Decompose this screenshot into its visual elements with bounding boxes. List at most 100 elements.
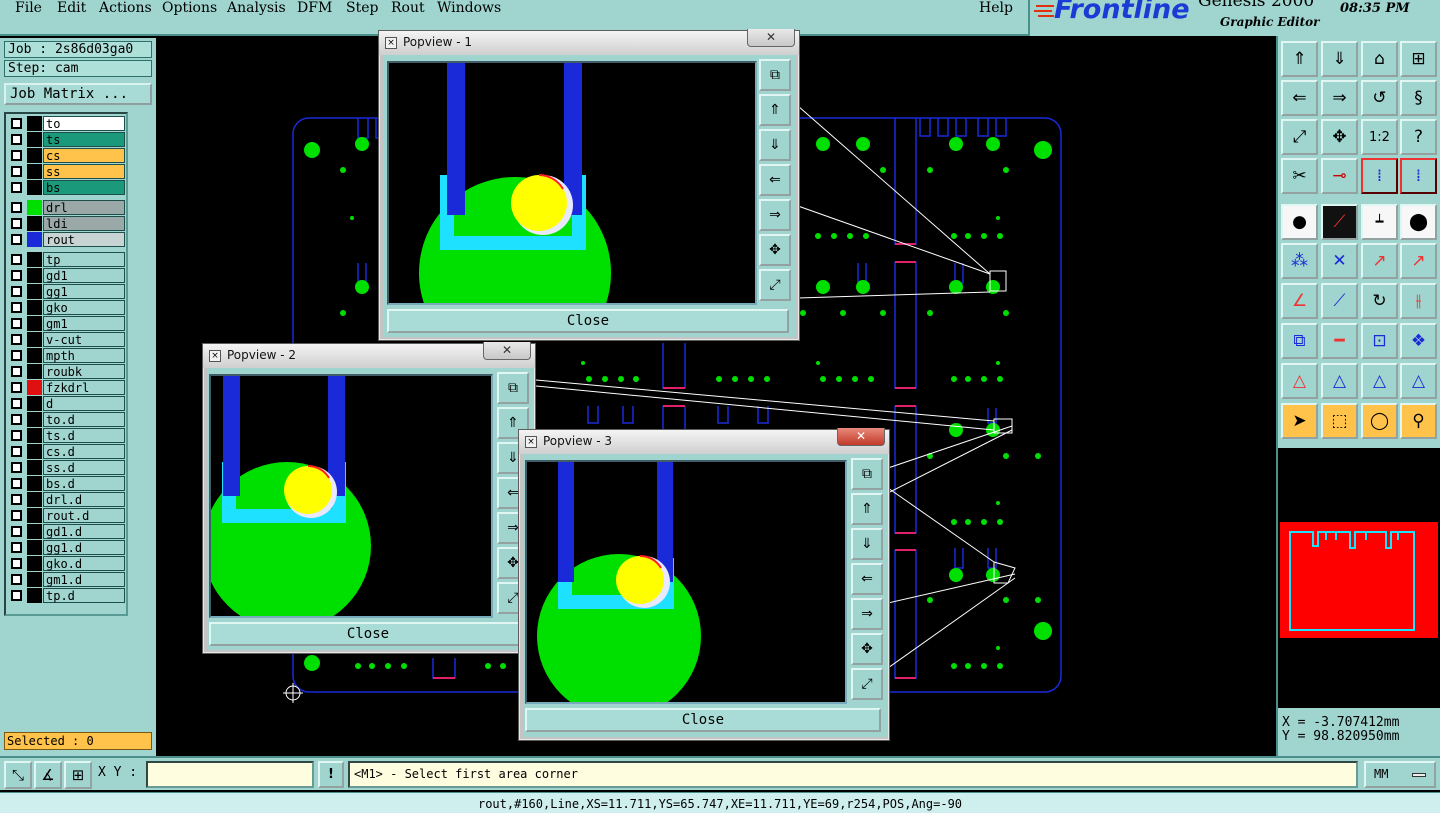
layer-color-swatch[interactable]: [27, 476, 42, 491]
layer-checkbox[interactable]: [11, 462, 22, 473]
layer-name[interactable]: ss: [43, 164, 125, 179]
group-button[interactable]: ❖: [1400, 323, 1437, 359]
layer-row-ss-d[interactable]: ss.d: [8, 460, 126, 475]
layer-row-ts[interactable]: ts: [8, 132, 126, 147]
add-pad-button[interactable]: ●: [1281, 204, 1318, 240]
help-query-button[interactable]: ?: [1400, 119, 1437, 155]
layer-name[interactable]: bs.d: [43, 476, 125, 491]
layer-row-fzkdrl[interactable]: fzkdrl: [8, 380, 126, 395]
layer-color-swatch[interactable]: [27, 540, 42, 555]
layer-row-drl[interactable]: drl: [8, 200, 126, 215]
menu-help[interactable]: Help: [979, 0, 1013, 16]
pan-right-button[interactable]: ⇒: [1321, 80, 1358, 116]
layer-name[interactable]: to: [43, 116, 125, 131]
dual-triangle-button[interactable]: △: [1400, 363, 1437, 399]
layer-name[interactable]: cs.d: [43, 444, 125, 459]
layer-checkbox[interactable]: [11, 302, 22, 313]
layer-name[interactable]: ss.d: [43, 460, 125, 475]
layer-color-swatch[interactable]: [27, 508, 42, 523]
zoom-window-icon[interactable]: ⧉: [759, 59, 791, 91]
undo-view-button[interactable]: ↺: [1361, 80, 1398, 116]
layer-row-roubk[interactable]: roubk: [8, 364, 126, 379]
menu-dfm[interactable]: DFM: [297, 0, 332, 16]
layer-row-drl-d[interactable]: drl.d: [8, 492, 126, 507]
connect-nodes-button[interactable]: ⁂: [1281, 243, 1318, 279]
layer-color-swatch[interactable]: [27, 492, 42, 507]
layer-name[interactable]: gd1: [43, 268, 125, 283]
layer-row-bs[interactable]: bs: [8, 180, 126, 195]
layer-checkbox[interactable]: [11, 270, 22, 281]
layer-color-swatch[interactable]: [27, 380, 42, 395]
redraw-button[interactable]: §: [1400, 80, 1437, 116]
popview-3-titlebar[interactable]: × Popview - 3: [519, 430, 889, 454]
layer-name[interactable]: gd1.d: [43, 524, 125, 539]
layer-checkbox[interactable]: [11, 334, 22, 345]
layer-row-tp[interactable]: tp: [8, 252, 126, 267]
layer-name[interactable]: roubk: [43, 364, 125, 379]
layer-name[interactable]: bs: [43, 180, 125, 195]
layer-color-swatch[interactable]: [27, 572, 42, 587]
select-box-button[interactable]: ⬚: [1321, 403, 1358, 439]
layer-row-gg1-d[interactable]: gg1.d: [8, 540, 126, 555]
probe-button[interactable]: ⊸: [1321, 158, 1358, 194]
select-net-button[interactable]: ⚲: [1400, 403, 1437, 439]
pan-left-button[interactable]: ⇐: [1281, 80, 1318, 116]
layer-row-gd1[interactable]: gd1: [8, 268, 126, 283]
layer-row-to[interactable]: to: [8, 116, 126, 131]
layer-row-rout-d[interactable]: rout.d: [8, 508, 126, 523]
layer-name[interactable]: gko: [43, 300, 125, 315]
stretch-node-button[interactable]: ↗: [1400, 243, 1437, 279]
layer-checkbox[interactable]: [11, 286, 22, 297]
zoom-in-icon[interactable]: ✥: [851, 633, 883, 665]
popview-3-close-icon[interactable]: ✕: [837, 428, 885, 446]
layer-color-swatch[interactable]: [27, 524, 42, 539]
overview-map[interactable]: [1278, 448, 1440, 708]
layer-name[interactable]: rout: [43, 232, 125, 247]
pan-left-icon[interactable]: ⇐: [851, 563, 883, 595]
layer-row-cs[interactable]: cs: [8, 148, 126, 163]
move-node-button[interactable]: ↗: [1361, 243, 1398, 279]
fill-triangle-button[interactable]: △: [1281, 363, 1318, 399]
layer-name[interactable]: rout.d: [43, 508, 125, 523]
layer-checkbox[interactable]: [11, 234, 22, 245]
menu-edit[interactable]: Edit: [57, 0, 86, 16]
layer-name[interactable]: gm1.d: [43, 572, 125, 587]
layer-name[interactable]: fzkdrl: [43, 380, 125, 395]
layer-checkbox[interactable]: [11, 398, 22, 409]
popview-1-view[interactable]: [387, 61, 757, 305]
layer-color-swatch[interactable]: [27, 460, 42, 475]
cut-line-button[interactable]: ━: [1321, 323, 1358, 359]
layer-row-gko-d[interactable]: gko.d: [8, 556, 126, 571]
layer-row-d[interactable]: d: [8, 396, 126, 411]
layer-color-swatch[interactable]: [27, 588, 42, 603]
layer-color-swatch[interactable]: [27, 232, 42, 247]
layer-color-swatch[interactable]: [27, 116, 42, 131]
popview-1-titlebar[interactable]: × Popview - 1: [379, 31, 799, 55]
menu-actions[interactable]: Actions: [99, 0, 152, 16]
layer-row-tp-d[interactable]: tp.d: [8, 588, 126, 603]
measure-tool-button[interactable]: ✂: [1281, 158, 1318, 194]
popview-2-close-icon[interactable]: ✕: [483, 342, 531, 360]
layer-checkbox[interactable]: [11, 590, 22, 601]
snap-corner-icon[interactable]: ⤡: [4, 761, 32, 789]
layer-row-ldi[interactable]: ldi: [8, 216, 126, 231]
layer-name[interactable]: gg1.d: [43, 540, 125, 555]
angle-line-button[interactable]: ∠: [1281, 283, 1318, 319]
xy-input[interactable]: [146, 761, 314, 788]
layer-name[interactable]: gm1: [43, 316, 125, 331]
layer-name[interactable]: tp.d: [43, 588, 125, 603]
layer-name[interactable]: drl.d: [43, 492, 125, 507]
layer-row-v-cut[interactable]: v-cut: [8, 332, 126, 347]
home-button[interactable]: ⌂: [1361, 41, 1398, 77]
popview-2-window[interactable]: × Popview - 2 ✕ ⧉ ⇑ ⇓ ⇐ ⇒ ✥ ⤢ Close: [202, 342, 536, 654]
layer-name[interactable]: ldi: [43, 216, 125, 231]
layer-name[interactable]: to.d: [43, 412, 125, 427]
pan-down-icon[interactable]: ⇓: [759, 129, 791, 161]
layer-row-gm1[interactable]: gm1: [8, 316, 126, 331]
layer-color-swatch[interactable]: [27, 396, 42, 411]
layer-checkbox[interactable]: [11, 166, 22, 177]
snap-angle-icon[interactable]: ∡: [34, 761, 62, 789]
layer-checkbox[interactable]: [11, 218, 22, 229]
layer-row-gg1[interactable]: gg1: [8, 284, 126, 299]
layer-checkbox[interactable]: [11, 446, 22, 457]
